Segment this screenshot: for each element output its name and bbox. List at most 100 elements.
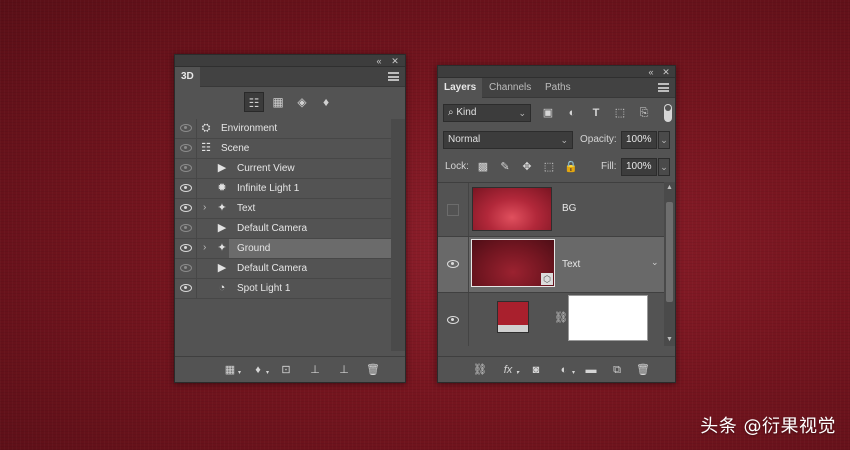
mesh-icon[interactable]: ▦ bbox=[268, 92, 288, 112]
3d-layer-badge-icon: ⬡ bbox=[541, 273, 553, 285]
type-filter-icon[interactable]: T bbox=[589, 106, 603, 120]
layer-thumbnail bbox=[497, 301, 529, 333]
3d-panel-titlebar[interactable]: « ✕ bbox=[175, 55, 405, 67]
folder-icon[interactable]: ▬ bbox=[584, 363, 598, 377]
tab-channels[interactable]: Channels bbox=[483, 78, 537, 98]
adjustment-filter-icon[interactable]: ◐ bbox=[565, 106, 579, 120]
layer-row-bg[interactable]: BG bbox=[438, 183, 664, 237]
adjustment-layer-icon[interactable]: ◐ ▾ bbox=[557, 363, 575, 377]
scene-row-current-view[interactable]: ▶ Current View bbox=[175, 159, 391, 179]
trash-icon[interactable]: 🗑 bbox=[636, 363, 650, 377]
material-icon[interactable]: ◈ bbox=[292, 92, 312, 112]
expand-chevron-icon[interactable]: › bbox=[203, 242, 211, 253]
link-icon[interactable]: ⛓ bbox=[473, 363, 487, 377]
fx-icon[interactable]: fx ▾ bbox=[501, 363, 519, 377]
opacity-input[interactable]: 100% bbox=[621, 131, 657, 149]
row-label: Environment bbox=[221, 123, 278, 134]
visibility-eye-icon[interactable] bbox=[180, 144, 192, 152]
lock-brush-icon[interactable]: ✎ bbox=[498, 160, 512, 174]
panel-menu-icon[interactable] bbox=[658, 83, 669, 92]
close-icon[interactable]: ✕ bbox=[389, 55, 401, 67]
mesh-new-icon[interactable]: ▦ ▾ bbox=[223, 363, 241, 377]
material-drop-icon[interactable]: ⊡ bbox=[279, 363, 293, 377]
visibility-eye-icon[interactable] bbox=[180, 244, 192, 252]
lock-transparent-icon[interactable]: ▩ bbox=[476, 160, 490, 174]
opacity-label: Opacity: bbox=[580, 134, 617, 145]
drop-to-plane-icon[interactable]: ⊥ bbox=[308, 363, 322, 377]
layer-thumbnail bbox=[472, 187, 552, 231]
pixel-filter-icon[interactable]: ▣ bbox=[541, 106, 555, 120]
visibility-eye-icon[interactable] bbox=[447, 260, 459, 268]
mask-icon[interactable]: ◙ bbox=[529, 363, 543, 377]
visibility-eye-icon[interactable] bbox=[447, 316, 459, 324]
expand-chevron-icon[interactable]: › bbox=[203, 202, 211, 213]
scene-row-default-camera[interactable]: ▶ Default Camera bbox=[175, 219, 391, 239]
spot-light-icon: ◔ bbox=[218, 282, 226, 294]
trash-icon[interactable]: 🗑 bbox=[366, 363, 380, 377]
shape-filter-icon[interactable]: ⬚ bbox=[613, 106, 627, 120]
visibility-eye-icon[interactable] bbox=[180, 204, 192, 212]
filter-toggle[interactable] bbox=[664, 104, 672, 122]
row-divider bbox=[196, 139, 197, 158]
visibility-eye-icon[interactable] bbox=[180, 164, 192, 172]
collapse-icon[interactable]: « bbox=[645, 66, 657, 78]
3d-panel-tabbar: 3D bbox=[175, 67, 405, 87]
chain-link-icon[interactable]: ⛓ bbox=[554, 311, 568, 324]
row-label: Spot Light 1 bbox=[237, 283, 291, 294]
add-light-icon[interactable]: ♦ ▾ bbox=[251, 363, 269, 377]
row-divider bbox=[196, 179, 197, 198]
render-icon[interactable]: ⊥ bbox=[337, 363, 351, 377]
light-bulb-icon[interactable]: ♦ bbox=[316, 92, 336, 112]
scene-row-environment[interactable]: ⛭ Environment bbox=[175, 119, 391, 139]
scene-row-text[interactable]: › ✦ Text bbox=[175, 199, 391, 219]
opacity-chevron-icon[interactable]: ⌄ bbox=[658, 131, 670, 149]
blend-mode-dropdown[interactable]: Normal ⌄ bbox=[443, 131, 573, 149]
scene-icon: ☷ bbox=[201, 142, 211, 154]
scene-row-ground[interactable]: › ✦ Ground bbox=[175, 239, 391, 259]
visibility-eye-icon[interactable] bbox=[180, 184, 192, 192]
visibility-toggle[interactable] bbox=[447, 204, 459, 216]
fill-chevron-icon[interactable]: ⌄ bbox=[658, 158, 670, 176]
tab-paths[interactable]: Paths bbox=[539, 78, 577, 98]
scroll-down-icon[interactable]: ▼ bbox=[664, 334, 675, 346]
scene-tree-icon[interactable]: ☷ bbox=[244, 92, 264, 112]
scroll-up-icon[interactable]: ▲ bbox=[664, 182, 675, 194]
layers-panel-titlebar[interactable]: « ✕ bbox=[438, 66, 675, 78]
visibility-eye-icon[interactable] bbox=[180, 224, 192, 232]
lock-artboard-icon[interactable]: ⬚ bbox=[542, 160, 556, 174]
close-icon[interactable]: ✕ bbox=[660, 66, 672, 78]
lock-all-icon[interactable]: 🔒 bbox=[564, 160, 578, 174]
scene-row-infinite-light[interactable]: ✹ Infinite Light 1 bbox=[175, 179, 391, 199]
layer-row-masked[interactable]: ⛓ bbox=[438, 293, 664, 346]
collapse-icon[interactable]: « bbox=[373, 55, 385, 67]
layer-expand-chevron-icon[interactable]: ⌄ bbox=[651, 257, 659, 268]
row-label: Scene bbox=[221, 143, 250, 154]
row-divider bbox=[196, 279, 197, 298]
layers-scrollbar[interactable]: ▲ ▼ bbox=[664, 182, 675, 346]
scene-row-scene[interactable]: ☷ Scene bbox=[175, 139, 391, 159]
visibility-eye-icon[interactable] bbox=[180, 264, 192, 272]
visibility-eye-icon[interactable] bbox=[180, 124, 192, 132]
scroll-thumb[interactable] bbox=[666, 202, 673, 302]
smart-object-filter-icon[interactable]: ⎘ bbox=[637, 106, 651, 120]
tab-3d[interactable]: 3D bbox=[175, 67, 200, 87]
row-divider bbox=[196, 119, 197, 138]
visibility-eye-icon[interactable] bbox=[180, 284, 192, 292]
row-divider bbox=[468, 183, 469, 236]
camera-icon: ▶ bbox=[217, 162, 227, 174]
row-label: Default Camera bbox=[237, 263, 308, 274]
scene-row-spot-light[interactable]: ◔ Spot Light 1 bbox=[175, 279, 391, 299]
environment-icon: ⛭ bbox=[201, 122, 211, 134]
panel-menu-icon[interactable] bbox=[388, 72, 399, 81]
layer-row-text[interactable]: ⬡ Text ⌄ bbox=[438, 237, 664, 293]
row-divider bbox=[196, 219, 197, 238]
3d-list-scrollbar[interactable] bbox=[391, 119, 405, 351]
3d-panel: « ✕ 3D ☷ ▦ ◈ ♦ ⛭ Environment ☷ Scene ▶ C… bbox=[174, 54, 406, 383]
layer-mask-thumbnail[interactable] bbox=[568, 295, 648, 341]
scene-row-default-camera-2[interactable]: ▶ Default Camera bbox=[175, 259, 391, 279]
fill-input[interactable]: 100% bbox=[621, 158, 657, 176]
kind-filter-dropdown[interactable]: ⌕ Kind ⌄ bbox=[443, 104, 531, 122]
new-layer-icon[interactable]: ⧉ bbox=[610, 363, 624, 377]
tab-layers[interactable]: Layers bbox=[438, 78, 483, 98]
lock-position-icon[interactable]: ✥ bbox=[520, 160, 534, 174]
